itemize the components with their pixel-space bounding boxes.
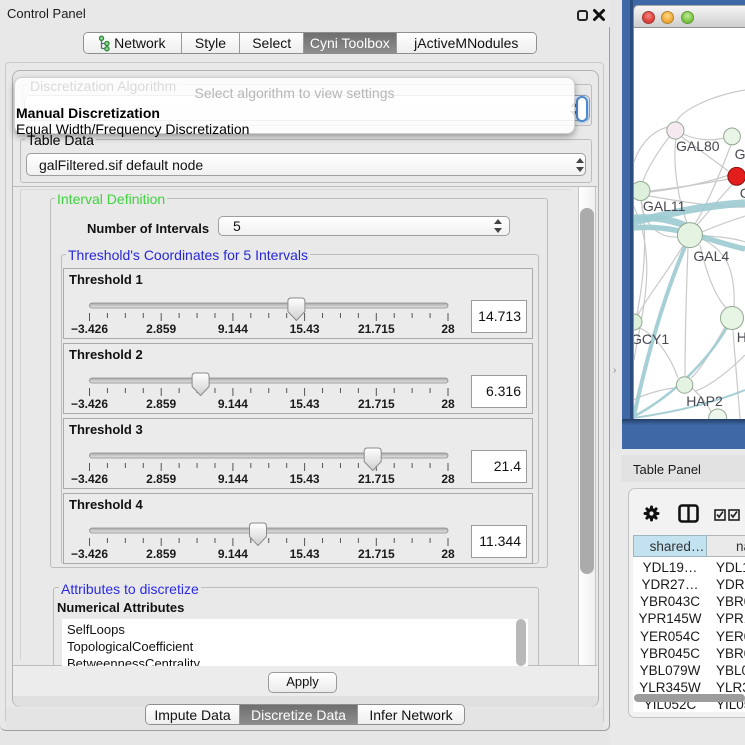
svg-text:GAL4: GAL4 [693, 248, 729, 264]
svg-text:GCY1: GCY1 [634, 331, 669, 347]
svg-text:GA: GA [735, 146, 745, 162]
svg-text:GAL80: GAL80 [676, 138, 720, 154]
svg-text:HA: HA [737, 329, 745, 345]
svg-text:HAP2: HAP2 [686, 393, 723, 409]
svg-text:C: C [740, 185, 745, 201]
svg-text:GAL11: GAL11 [643, 198, 686, 214]
